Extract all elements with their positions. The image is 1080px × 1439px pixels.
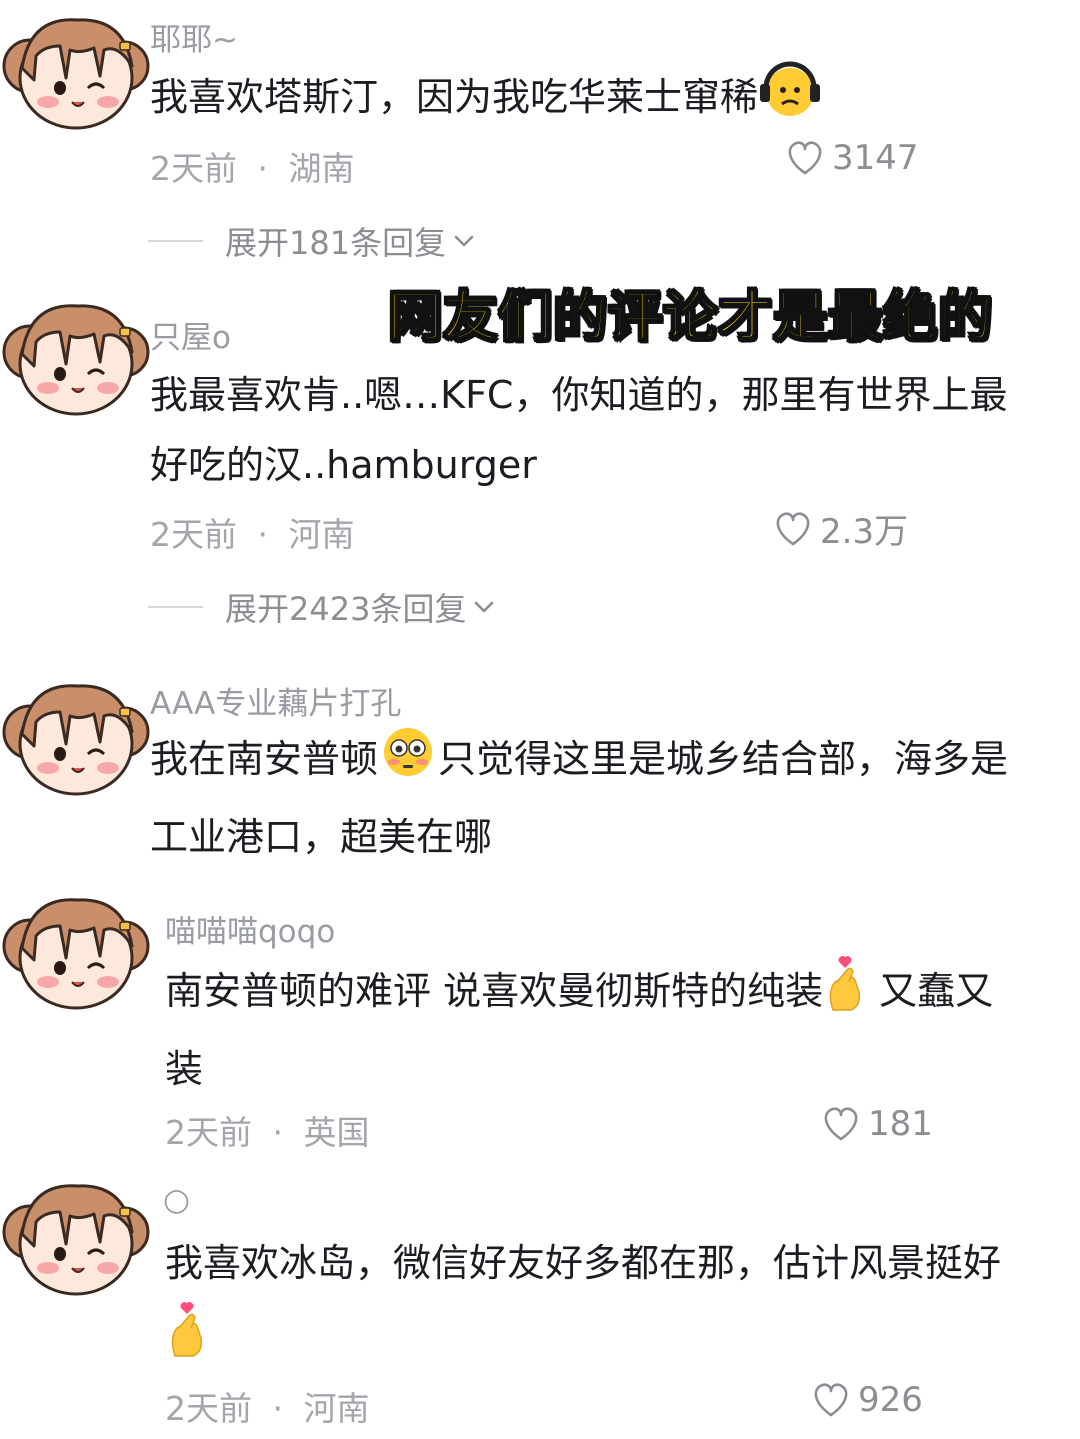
- avatar[interactable]: [0, 1172, 150, 1297]
- username[interactable]: ○: [163, 1182, 190, 1218]
- expand-replies-button[interactable]: 展开2423条回复: [148, 584, 496, 630]
- username[interactable]: 耶耶~: [150, 14, 238, 59]
- flushed-face-emoji: [378, 724, 438, 802]
- comment-meta: 2天前 · 河南: [150, 508, 355, 556]
- overlay-caption: 网友们的评论才是最绝的: [387, 284, 993, 349]
- meta-separator: ·: [272, 1113, 284, 1152]
- like-button[interactable]: 3147: [784, 138, 919, 178]
- chevron-down-icon: [475, 601, 494, 613]
- meta-separator: ·: [272, 1389, 284, 1428]
- like-button[interactable]: 181: [820, 1104, 933, 1144]
- like-count: 926: [858, 1380, 923, 1420]
- divider-dash: [148, 606, 203, 608]
- username[interactable]: 只屋o: [150, 312, 231, 357]
- heart-icon: [824, 1107, 858, 1141]
- avatar[interactable]: [0, 6, 150, 131]
- heart-icon: [814, 1383, 848, 1417]
- timestamp: 2天前: [165, 1113, 252, 1152]
- finger-heart-emoji: [823, 952, 867, 1034]
- location: 河南: [288, 515, 355, 554]
- avatar[interactable]: [0, 886, 150, 1011]
- expand-replies-label: 展开181条回复: [225, 224, 447, 262]
- finger-heart-emoji: [165, 1298, 209, 1380]
- comment-meta: 2天前 · 英国: [165, 1106, 370, 1154]
- like-count: 3147: [832, 138, 919, 178]
- location: 英国: [303, 1113, 370, 1152]
- timestamp: 2天前: [150, 515, 237, 554]
- username[interactable]: 喵喵喵qoqo: [165, 906, 335, 951]
- comment-text: 我在南安普顿 只觉得这里是城乡结合部，海多是工业港口，超美在哪: [150, 724, 1030, 872]
- comment-meta: 2天前 · 河南: [165, 1382, 370, 1430]
- location: 河南: [303, 1389, 370, 1428]
- avatar[interactable]: [0, 672, 150, 797]
- timestamp: 2天前: [150, 149, 237, 188]
- divider-dash: [148, 240, 203, 242]
- comment-text: 我喜欢塔斯汀，因为我吃华莱士窜稀: [150, 60, 1030, 140]
- like-count: 181: [868, 1104, 933, 1144]
- meta-separator: ·: [257, 149, 269, 188]
- heart-icon: [776, 511, 810, 545]
- comment-text: 我喜欢冰岛，微信好友好多都在那，估计风景挺好: [165, 1228, 1025, 1380]
- location: 湖南: [288, 149, 355, 188]
- comment-text: 我最喜欢肯..嗯…KFC，你知道的，那里有世界上最好吃的汉..hamburger: [150, 373, 1008, 487]
- like-count: 2.3万: [820, 512, 909, 552]
- username[interactable]: AAA专业藕片打孔: [150, 678, 401, 723]
- timestamp: 2天前: [165, 1389, 252, 1428]
- avatar[interactable]: [0, 292, 150, 417]
- expand-replies-button[interactable]: 展开181条回复: [148, 218, 476, 264]
- like-button[interactable]: 2.3万: [772, 504, 908, 553]
- comment-meta: 2天前 · 湖南: [150, 142, 355, 190]
- expand-replies-label: 展开2423条回复: [225, 590, 467, 628]
- chevron-down-icon: [454, 235, 474, 247]
- meta-separator: ·: [257, 515, 269, 554]
- headphones-face-emoji: [758, 60, 822, 140]
- heart-icon: [788, 141, 822, 175]
- like-button[interactable]: 926: [810, 1380, 923, 1420]
- comment-text: 南安普顿的难评 说喜欢曼彻斯特的纯装 又蠢又装: [165, 952, 1025, 1104]
